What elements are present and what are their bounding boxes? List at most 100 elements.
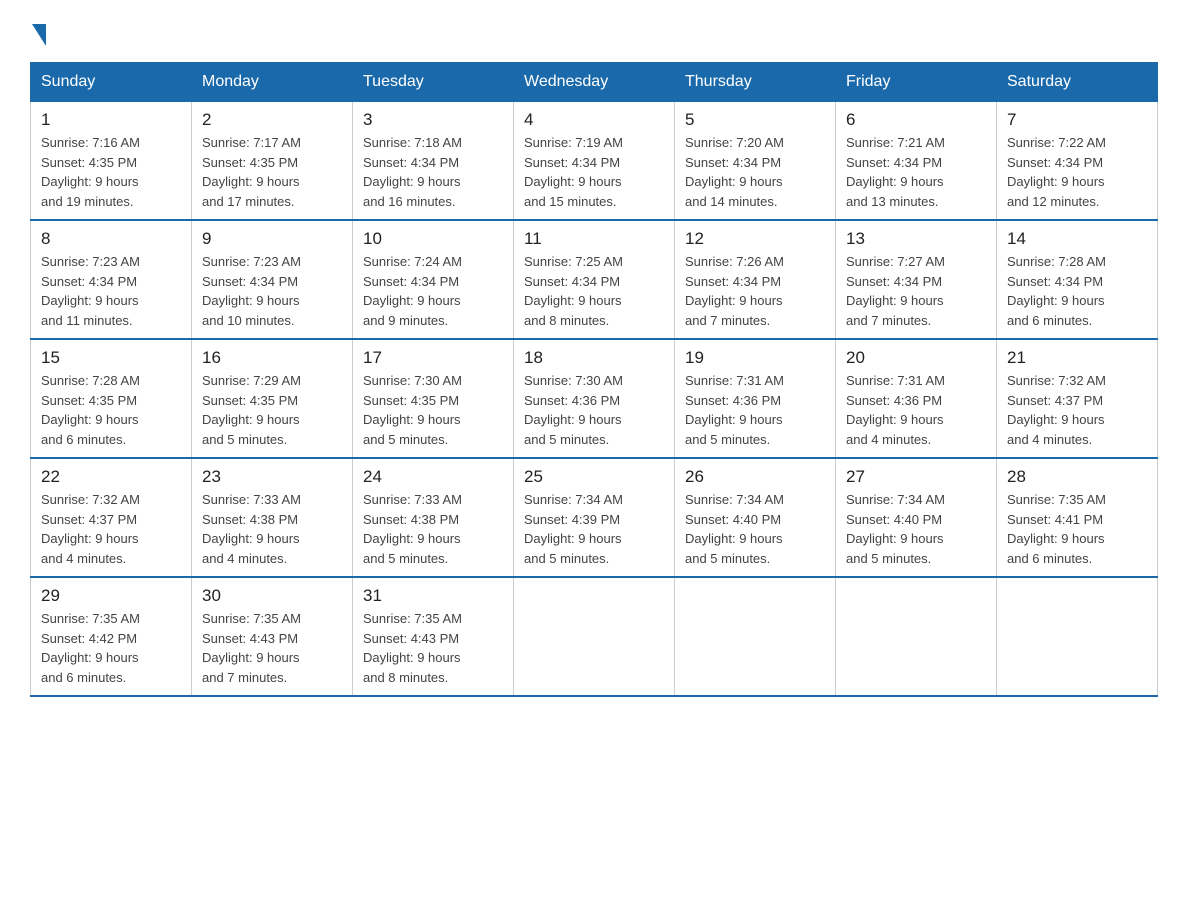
day-info: Sunrise: 7:35 AMSunset: 4:43 PMDaylight:… [202, 609, 342, 687]
calendar-cell: 24Sunrise: 7:33 AMSunset: 4:38 PMDayligh… [353, 458, 514, 577]
logo-triangle-icon [32, 24, 46, 46]
logo [30, 20, 46, 42]
weekday-header-thursday: Thursday [675, 63, 836, 102]
day-number: 12 [685, 229, 825, 249]
day-info: Sunrise: 7:18 AMSunset: 4:34 PMDaylight:… [363, 133, 503, 211]
day-info: Sunrise: 7:30 AMSunset: 4:35 PMDaylight:… [363, 371, 503, 449]
day-info: Sunrise: 7:35 AMSunset: 4:42 PMDaylight:… [41, 609, 181, 687]
day-info: Sunrise: 7:31 AMSunset: 4:36 PMDaylight:… [685, 371, 825, 449]
day-number: 9 [202, 229, 342, 249]
calendar-cell: 25 Sunrise: 7:34 AMSunset: 4:39 PMDayligh… [514, 458, 675, 577]
day-number: 19 [685, 348, 825, 368]
weekday-header-sunday: Sunday [31, 63, 192, 102]
day-number: 26 [685, 467, 825, 487]
day-info: Sunrise: 7:34 AMSunset: 4:40 PMDaylight:… [846, 490, 986, 568]
day-info: Sunrise: 7:35 AMSunset: 4:43 PMDaylight:… [363, 609, 503, 687]
day-info: Sunrise: 7:22 AMSunset: 4:34 PMDaylight:… [1007, 133, 1147, 211]
calendar-cell: 26 Sunrise: 7:34 AMSunset: 4:40 PMDayligh… [675, 458, 836, 577]
day-info: Sunrise: 7:30 AMSunset: 4:36 PMDaylight:… [524, 371, 664, 449]
calendar-cell: 9 Sunrise: 7:23 AMSunset: 4:34 PMDaylight… [192, 220, 353, 339]
calendar-cell: 29Sunrise: 7:35 AMSunset: 4:42 PMDayligh… [31, 577, 192, 696]
calendar-cell: 22 Sunrise: 7:32 AMSunset: 4:37 PMDayligh… [31, 458, 192, 577]
calendar-cell: 30 Sunrise: 7:35 AMSunset: 4:43 PMDayligh… [192, 577, 353, 696]
calendar-cell [514, 577, 675, 696]
calendar-cell [836, 577, 997, 696]
day-number: 5 [685, 110, 825, 130]
calendar-cell: 5 Sunrise: 7:20 AMSunset: 4:34 PMDaylight… [675, 102, 836, 221]
day-info: Sunrise: 7:21 AMSunset: 4:34 PMDaylight:… [846, 133, 986, 211]
calendar-cell: 16 Sunrise: 7:29 AMSunset: 4:35 PMDayligh… [192, 339, 353, 458]
day-info: Sunrise: 7:28 AMSunset: 4:35 PMDaylight:… [41, 371, 181, 449]
calendar-cell: 18 Sunrise: 7:30 AMSunset: 4:36 PMDayligh… [514, 339, 675, 458]
day-info: Sunrise: 7:20 AMSunset: 4:34 PMDaylight:… [685, 133, 825, 211]
week-row-5: 29Sunrise: 7:35 AMSunset: 4:42 PMDayligh… [31, 577, 1158, 696]
day-number: 21 [1007, 348, 1147, 368]
day-info: Sunrise: 7:26 AMSunset: 4:34 PMDaylight:… [685, 252, 825, 330]
weekday-header-friday: Friday [836, 63, 997, 102]
calendar-cell: 10Sunrise: 7:24 AMSunset: 4:34 PMDayligh… [353, 220, 514, 339]
day-number: 27 [846, 467, 986, 487]
day-info: Sunrise: 7:32 AMSunset: 4:37 PMDaylight:… [41, 490, 181, 568]
calendar-cell: 28 Sunrise: 7:35 AMSunset: 4:41 PMDayligh… [997, 458, 1158, 577]
day-number: 20 [846, 348, 986, 368]
weekday-header-saturday: Saturday [997, 63, 1158, 102]
day-number: 11 [524, 229, 664, 249]
day-number: 3 [363, 110, 503, 130]
day-number: 31 [363, 586, 503, 606]
day-info: Sunrise: 7:19 AMSunset: 4:34 PMDaylight:… [524, 133, 664, 211]
week-row-4: 22 Sunrise: 7:32 AMSunset: 4:37 PMDayligh… [31, 458, 1158, 577]
calendar-cell: 12 Sunrise: 7:26 AMSunset: 4:34 PMDayligh… [675, 220, 836, 339]
calendar-cell: 1 Sunrise: 7:16 AMSunset: 4:35 PMDaylight… [31, 102, 192, 221]
calendar-cell: 27 Sunrise: 7:34 AMSunset: 4:40 PMDayligh… [836, 458, 997, 577]
day-info: Sunrise: 7:17 AMSunset: 4:35 PMDaylight:… [202, 133, 342, 211]
day-number: 22 [41, 467, 181, 487]
calendar-cell: 31 Sunrise: 7:35 AMSunset: 4:43 PMDayligh… [353, 577, 514, 696]
day-info: Sunrise: 7:33 AMSunset: 4:38 PMDaylight:… [363, 490, 503, 568]
weekday-header-wednesday: Wednesday [514, 63, 675, 102]
day-info: Sunrise: 7:35 AMSunset: 4:41 PMDaylight:… [1007, 490, 1147, 568]
calendar-table: SundayMondayTuesdayWednesdayThursdayFrid… [30, 62, 1158, 697]
day-number: 6 [846, 110, 986, 130]
day-info: Sunrise: 7:33 AMSunset: 4:38 PMDaylight:… [202, 490, 342, 568]
day-number: 4 [524, 110, 664, 130]
week-row-3: 15 Sunrise: 7:28 AMSunset: 4:35 PMDayligh… [31, 339, 1158, 458]
day-number: 17 [363, 348, 503, 368]
page-header [30, 20, 1158, 42]
weekday-header-monday: Monday [192, 63, 353, 102]
calendar-cell: 20 Sunrise: 7:31 AMSunset: 4:36 PMDayligh… [836, 339, 997, 458]
day-number: 8 [41, 229, 181, 249]
calendar-cell: 17 Sunrise: 7:30 AMSunset: 4:35 PMDayligh… [353, 339, 514, 458]
calendar-cell: 11Sunrise: 7:25 AMSunset: 4:34 PMDayligh… [514, 220, 675, 339]
day-info: Sunrise: 7:16 AMSunset: 4:35 PMDaylight:… [41, 133, 181, 211]
day-number: 30 [202, 586, 342, 606]
calendar-cell [997, 577, 1158, 696]
day-number: 16 [202, 348, 342, 368]
week-row-1: 1 Sunrise: 7:16 AMSunset: 4:35 PMDaylight… [31, 102, 1158, 221]
day-number: 28 [1007, 467, 1147, 487]
day-info: Sunrise: 7:23 AMSunset: 4:34 PMDaylight:… [202, 252, 342, 330]
calendar-cell: 3 Sunrise: 7:18 AMSunset: 4:34 PMDaylight… [353, 102, 514, 221]
calendar-cell: 6 Sunrise: 7:21 AMSunset: 4:34 PMDaylight… [836, 102, 997, 221]
day-info: Sunrise: 7:34 AMSunset: 4:39 PMDaylight:… [524, 490, 664, 568]
day-number: 2 [202, 110, 342, 130]
day-info: Sunrise: 7:24 AMSunset: 4:34 PMDaylight:… [363, 252, 503, 330]
day-number: 18 [524, 348, 664, 368]
day-info: Sunrise: 7:34 AMSunset: 4:40 PMDaylight:… [685, 490, 825, 568]
calendar-cell: 4 Sunrise: 7:19 AMSunset: 4:34 PMDaylight… [514, 102, 675, 221]
calendar-cell: 14Sunrise: 7:28 AMSunset: 4:34 PMDayligh… [997, 220, 1158, 339]
day-number: 23 [202, 467, 342, 487]
day-info: Sunrise: 7:29 AMSunset: 4:35 PMDaylight:… [202, 371, 342, 449]
day-number: 7 [1007, 110, 1147, 130]
day-number: 25 [524, 467, 664, 487]
day-info: Sunrise: 7:31 AMSunset: 4:36 PMDaylight:… [846, 371, 986, 449]
day-info: Sunrise: 7:32 AMSunset: 4:37 PMDaylight:… [1007, 371, 1147, 449]
calendar-cell: 15 Sunrise: 7:28 AMSunset: 4:35 PMDayligh… [31, 339, 192, 458]
calendar-cell: 2 Sunrise: 7:17 AMSunset: 4:35 PMDaylight… [192, 102, 353, 221]
calendar-cell: 19 Sunrise: 7:31 AMSunset: 4:36 PMDayligh… [675, 339, 836, 458]
day-number: 1 [41, 110, 181, 130]
calendar-cell: 23 Sunrise: 7:33 AMSunset: 4:38 PMDayligh… [192, 458, 353, 577]
day-info: Sunrise: 7:23 AMSunset: 4:34 PMDaylight:… [41, 252, 181, 330]
calendar-cell: 7 Sunrise: 7:22 AMSunset: 4:34 PMDaylight… [997, 102, 1158, 221]
day-number: 15 [41, 348, 181, 368]
weekday-header-tuesday: Tuesday [353, 63, 514, 102]
